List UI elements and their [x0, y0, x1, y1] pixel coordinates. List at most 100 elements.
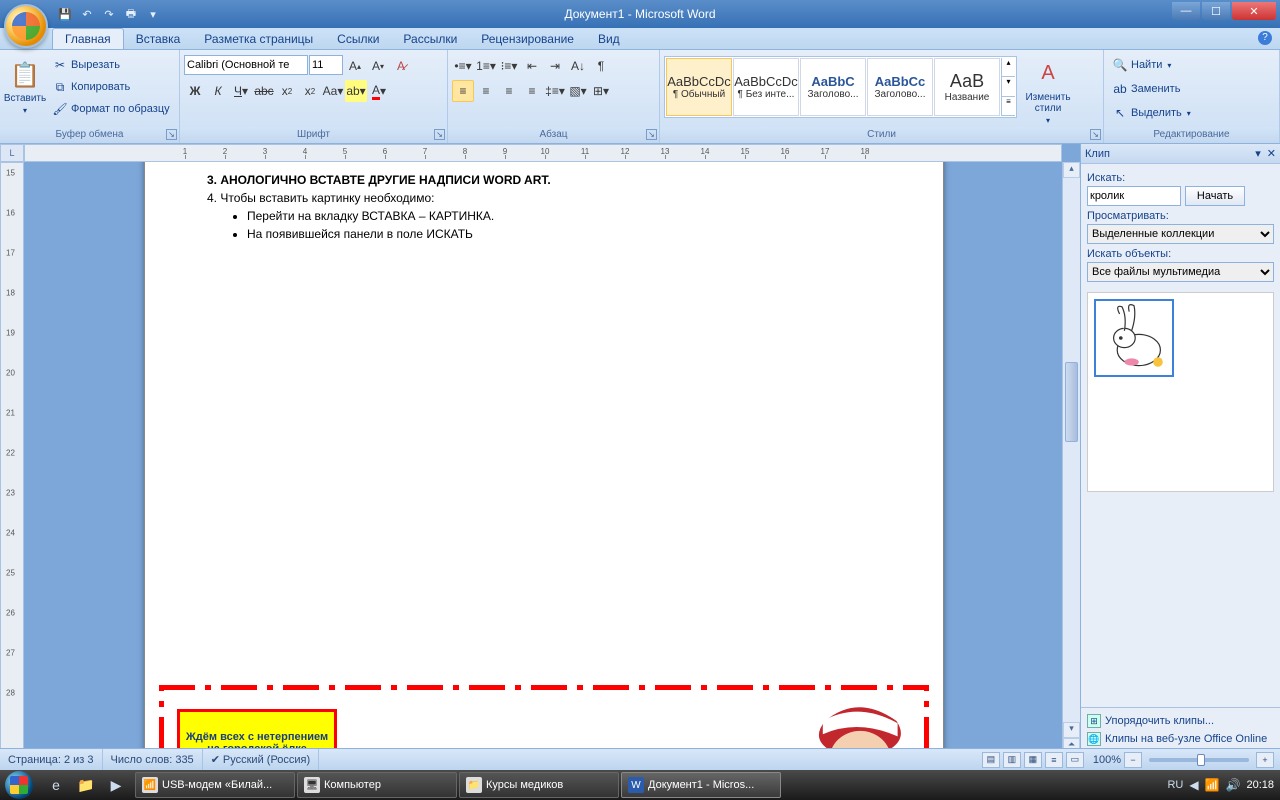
save-icon[interactable]: 💾 — [56, 5, 74, 23]
taskbar-item[interactable]: 📁Курсы медиков — [459, 772, 619, 798]
taskbar-item[interactable]: WДокумент1 - Micros... — [621, 772, 781, 798]
align-right-button[interactable]: ≡ — [498, 80, 520, 102]
objects-select[interactable]: Все файлы мультимедиа — [1087, 262, 1274, 282]
shading-button[interactable]: ▧▾ — [567, 80, 589, 102]
copy-button[interactable]: ⧉Копировать — [48, 76, 174, 98]
clip-search-button[interactable]: Начать — [1185, 186, 1245, 206]
style-normal[interactable]: AaBbCcDc¶ Обычный — [666, 58, 732, 116]
italic-button[interactable]: К — [207, 80, 229, 102]
minimize-button[interactable]: — — [1172, 2, 1200, 20]
decrease-indent-button[interactable]: ⇤ — [521, 55, 543, 77]
scroll-up-icon[interactable]: ▴ — [1063, 162, 1080, 178]
underline-button[interactable]: Ч▾ — [230, 80, 252, 102]
tab-mailings[interactable]: Рассылки — [391, 29, 469, 49]
start-button[interactable] — [0, 770, 38, 800]
dialog-launcher-icon[interactable]: ↘ — [434, 129, 445, 140]
close-pane-icon[interactable]: ✕ — [1267, 148, 1276, 160]
office-button[interactable] — [4, 4, 48, 48]
tray-icon[interactable]: ◀ — [1189, 778, 1198, 792]
tab-layout[interactable]: Разметка страницы — [192, 29, 325, 49]
status-language[interactable]: ✔Русский (Россия) — [203, 749, 320, 770]
grow-font-button[interactable]: A▴ — [344, 55, 366, 77]
bullets-button[interactable]: •≡▾ — [452, 55, 474, 77]
vertical-scrollbar[interactable]: ▴ ▾ ⏶ ⏷ — [1062, 162, 1080, 770]
scroll-down-icon[interactable]: ▾ — [1063, 722, 1080, 738]
help-icon[interactable]: ? — [1258, 31, 1272, 45]
clock[interactable]: 20:18 — [1246, 779, 1274, 791]
undo-icon[interactable]: ↶ — [78, 5, 96, 23]
view-draft-button[interactable]: ▭ — [1066, 752, 1084, 768]
change-case-button[interactable]: Aa▾ — [322, 80, 344, 102]
clips-online-link[interactable]: 🌐Клипы на веб-узле Office Online — [1087, 730, 1274, 748]
numbering-button[interactable]: 1≡▾ — [475, 55, 497, 77]
taskbar-item[interactable]: 📶USB-модем «Билай... — [135, 772, 295, 798]
document-canvas[interactable]: 3. АНОЛОГИЧНО ВСТАВТЕ ДРУГИЕ НАДПИСИ WOR… — [24, 162, 1062, 770]
clear-format-button[interactable]: A̷ — [390, 55, 412, 77]
show-marks-button[interactable]: ¶ — [590, 55, 612, 77]
align-justify-button[interactable]: ≡ — [521, 80, 543, 102]
dialog-launcher-icon[interactable]: ↘ — [646, 129, 657, 140]
style-heading2[interactable]: AaBbCcЗаголово... — [867, 58, 933, 116]
highlight-button[interactable]: ab▾ — [345, 80, 367, 102]
format-painter-button[interactable]: 🖌Формат по образцу — [48, 98, 174, 120]
tab-review[interactable]: Рецензирование — [469, 29, 586, 49]
style-nospacing[interactable]: AaBbCcDc¶ Без инте... — [733, 58, 799, 116]
zoom-slider[interactable] — [1149, 758, 1249, 762]
close-button[interactable]: ✕ — [1232, 2, 1276, 20]
tab-home[interactable]: Главная — [52, 28, 124, 49]
quickprint-icon[interactable]: 🖶 — [122, 5, 140, 23]
dialog-launcher-icon[interactable]: ↘ — [166, 129, 177, 140]
status-page[interactable]: Страница: 2 из 3 — [0, 749, 103, 770]
increase-indent-button[interactable]: ⇥ — [544, 55, 566, 77]
tab-references[interactable]: Ссылки — [325, 29, 391, 49]
change-styles-button[interactable]: A Изменить стили ▾ — [1019, 56, 1077, 126]
zoom-thumb[interactable] — [1197, 754, 1205, 766]
volume-icon[interactable]: 🔊 — [1226, 778, 1241, 792]
zoom-in-button[interactable]: + — [1256, 752, 1274, 768]
status-word-count[interactable]: Число слов: 335 — [103, 749, 203, 770]
taskbar-item[interactable]: 🖥Компьютер — [297, 772, 457, 798]
find-button[interactable]: 🔍Найти▾ — [1108, 54, 1175, 76]
media-icon[interactable]: ▶ — [102, 772, 130, 798]
scroll-thumb[interactable] — [1065, 362, 1078, 442]
zoom-level[interactable]: 100% — [1093, 754, 1121, 766]
shrink-font-button[interactable]: A▾ — [367, 55, 389, 77]
sort-button[interactable]: A↓ — [567, 55, 589, 77]
subscript-button[interactable]: x2 — [276, 80, 298, 102]
tab-insert[interactable]: Вставка — [124, 29, 193, 49]
align-left-button[interactable]: ≡ — [452, 80, 474, 102]
cut-button[interactable]: ✂Вырезать — [48, 54, 174, 76]
line-spacing-button[interactable]: ‡≡▾ — [544, 80, 566, 102]
style-gallery-scroll[interactable]: ▴▾≡ — [1001, 58, 1015, 116]
qat-more-icon[interactable]: ▾ — [144, 5, 162, 23]
tray-lang[interactable]: RU — [1167, 779, 1183, 791]
style-title[interactable]: АаВНазвание — [934, 58, 1000, 116]
pane-menu-icon[interactable]: ▾ — [1255, 148, 1261, 160]
ie-icon[interactable]: e — [42, 772, 70, 798]
network-icon[interactable]: 📶 — [1205, 778, 1220, 792]
horizontal-ruler[interactable]: 123456789101112131415161718 — [24, 144, 1062, 162]
zoom-out-button[interactable]: − — [1124, 752, 1142, 768]
superscript-button[interactable]: x2 — [299, 80, 321, 102]
ruler-corner[interactable]: L — [0, 144, 24, 162]
redo-icon[interactable]: ↷ — [100, 5, 118, 23]
font-name-input[interactable] — [184, 55, 308, 75]
borders-button[interactable]: ⊞▾ — [590, 80, 612, 102]
dialog-launcher-icon[interactable]: ↘ — [1090, 129, 1101, 140]
paste-button[interactable]: 📋 Вставить ▾ — [4, 52, 46, 122]
view-print-layout-button[interactable]: ▤ — [982, 752, 1000, 768]
select-button[interactable]: ↖Выделить▾ — [1108, 102, 1195, 124]
style-heading1[interactable]: AaBbCЗаголово... — [800, 58, 866, 116]
font-size-input[interactable] — [309, 55, 343, 75]
clip-search-input[interactable] — [1087, 186, 1181, 206]
view-fullscreen-button[interactable]: ▥ — [1003, 752, 1021, 768]
browse-select[interactable]: Выделенные коллекции — [1087, 224, 1274, 244]
view-web-button[interactable]: ▦ — [1024, 752, 1042, 768]
font-color-button[interactable]: A▾ — [368, 80, 390, 102]
style-gallery[interactable]: AaBbCcDc¶ Обычный AaBbCcDc¶ Без инте... … — [664, 56, 1017, 118]
explorer-icon[interactable]: 📁 — [72, 772, 100, 798]
organize-clips-link[interactable]: ⊞Упорядочить клипы... — [1087, 712, 1274, 730]
clip-result-rabbit[interactable] — [1094, 299, 1174, 377]
align-center-button[interactable]: ≡ — [475, 80, 497, 102]
maximize-button[interactable]: ☐ — [1202, 2, 1230, 20]
